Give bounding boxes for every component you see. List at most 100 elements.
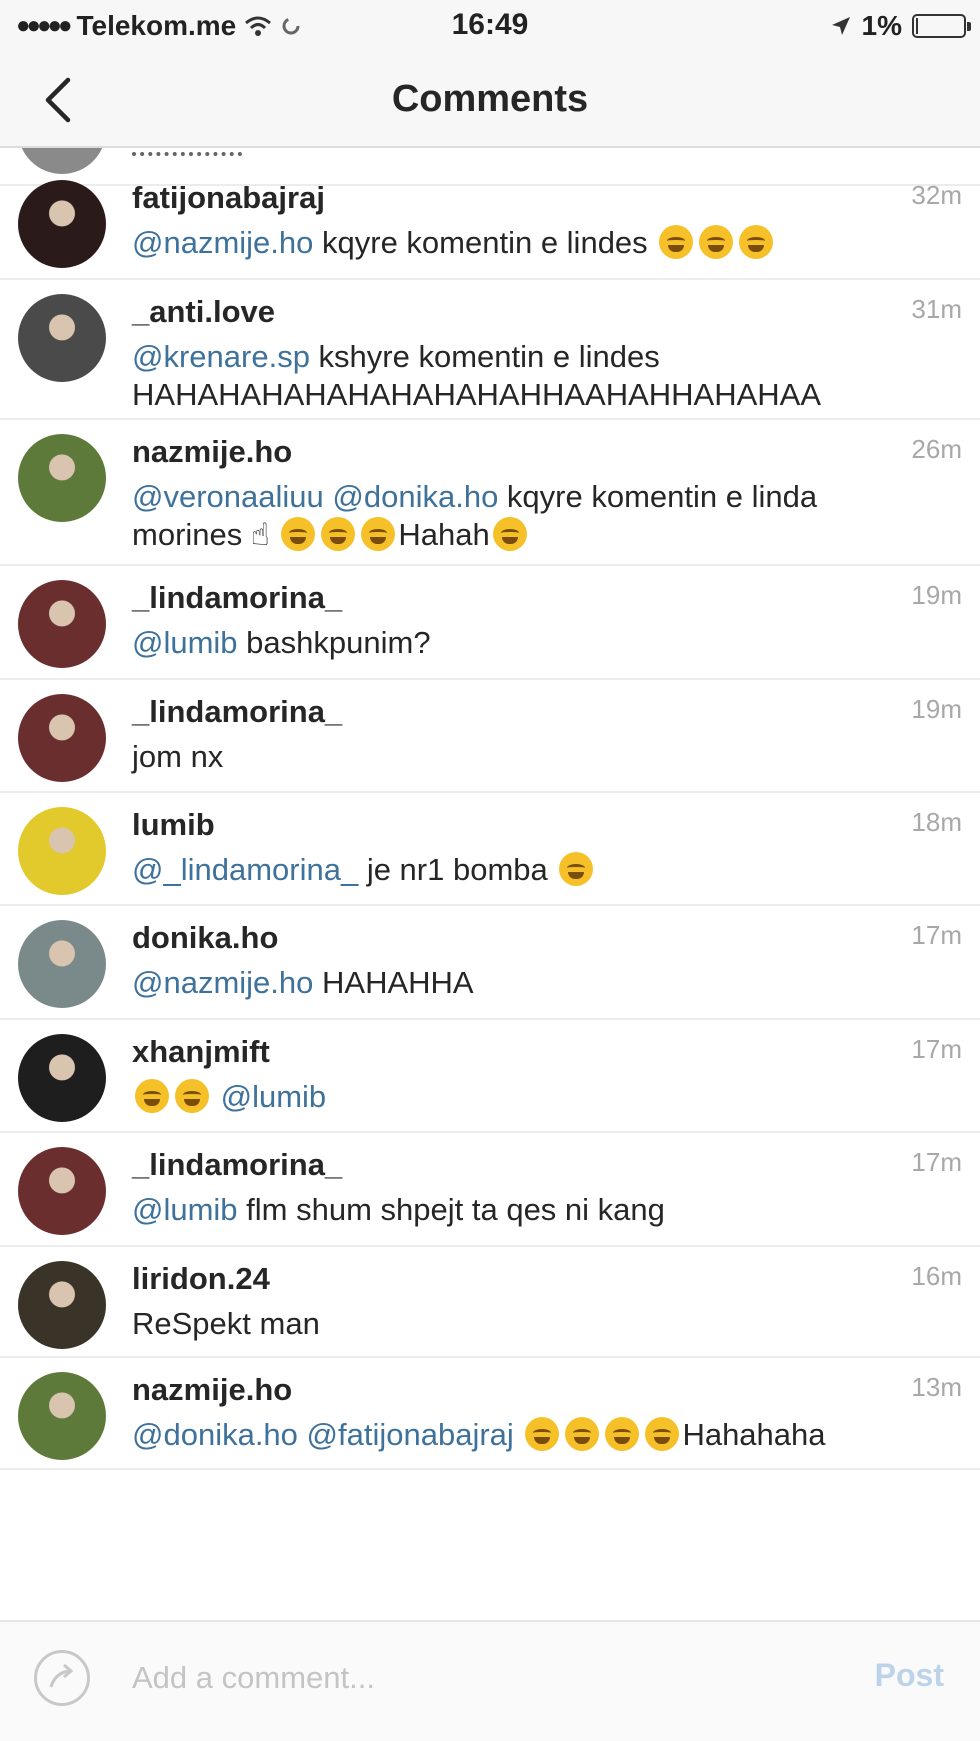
laughing-tears-emoji-icon — [659, 225, 694, 259]
navigation-bar: Comments — [0, 52, 980, 148]
comment-row[interactable]: _lindamorina_ 19m @lumib bashkpunim? — [0, 566, 980, 680]
comment-text: @lumib flm shum shpejt ta qes ni kang — [132, 1191, 932, 1229]
status-right: 1% — [830, 10, 971, 42]
avatar[interactable] — [18, 694, 106, 782]
avatar[interactable] — [18, 294, 106, 382]
comment-timestamp: 19m — [911, 580, 962, 610]
laughing-tears-emoji-icon — [175, 1079, 209, 1113]
comment-text-segment — [298, 1417, 307, 1452]
comment-text: @krenare.sp kshyre komentin e lindes HAH… — [132, 338, 932, 414]
comment-username[interactable]: nazmije.ho — [132, 1372, 292, 1408]
battery-percent: 1% — [861, 10, 902, 41]
location-arrow-icon — [831, 17, 850, 35]
comment-text-segment: HAHAHHA — [313, 965, 474, 1000]
comment-text: @nazmije.ho HAHAHHA — [132, 964, 932, 1002]
mention-link[interactable]: @nazmije.ho — [132, 225, 313, 260]
laughing-tears-emoji-icon — [361, 517, 396, 551]
comment-text: @nazmije.ho kqyre komentin e lindes — [132, 224, 932, 262]
comment-username[interactable]: _lindamorina_ — [132, 580, 342, 616]
camera-button[interactable] — [34, 1650, 90, 1706]
laughing-tears-emoji-icon — [565, 1417, 600, 1451]
comment-input[interactable] — [130, 1652, 814, 1704]
comment-row[interactable]: nazmije.ho 26m @veronaaliuu @donika.ho kqy… — [0, 420, 980, 566]
comment-text: ReSpekt man — [132, 1305, 932, 1343]
comment-text-segment — [212, 1079, 221, 1114]
mention-link[interactable]: @lumib — [221, 1079, 327, 1114]
comment-username[interactable]: _anti.love — [132, 294, 275, 330]
mention-link[interactable]: @fatijonabajraj — [307, 1417, 514, 1452]
mention-link[interactable]: @donika.ho — [132, 1417, 298, 1452]
comment-text: @donika.ho @fatijonabajraj Hahahaha — [132, 1416, 932, 1454]
comment-username[interactable]: nazmije.ho — [132, 434, 292, 470]
comment-text-segment: Hahah — [398, 517, 490, 552]
comment-row[interactable]: _lindamorina_ 17m @lumib flm shum shpejt t… — [0, 1133, 980, 1247]
laughing-tears-emoji-icon — [321, 517, 356, 551]
comment-text-segment: ReSpekt man — [132, 1306, 320, 1341]
comment-row[interactable]: fatijonabajraj 32m @nazmije.ho kqyre komen… — [0, 166, 980, 280]
partial-comment-text — [132, 148, 242, 156]
comment-timestamp: 26m — [911, 434, 962, 464]
comment-row[interactable]: donika.ho 17m @nazmije.ho HAHAHHA — [0, 906, 980, 1020]
comment-row[interactable]: xhanjmift 17m @lumib — [0, 1020, 980, 1133]
comment-username[interactable]: _lindamorina_ — [132, 1147, 342, 1183]
mention-link[interactable]: @nazmije.ho — [132, 965, 313, 1000]
post-button[interactable]: Post — [869, 1656, 950, 1695]
comment-username[interactable]: donika.ho — [132, 920, 278, 956]
comment-text: @lumib bashkpunim? — [132, 624, 932, 662]
comment-username[interactable]: xhanjmift — [132, 1034, 270, 1070]
avatar[interactable] — [18, 180, 106, 268]
comment-text: @veronaaliuu @donika.ho kqyre komentin e… — [132, 478, 932, 554]
comment-timestamp: 18m — [911, 807, 962, 837]
comment-timestamp: 17m — [911, 1034, 962, 1064]
comment-timestamp: 17m — [911, 1147, 962, 1177]
page-title: Comments — [391, 78, 589, 120]
comment-username[interactable]: fatijonabajraj — [132, 180, 325, 216]
comment-row[interactable]: nazmije.ho 13m @donika.ho @fatijonabajraj … — [0, 1358, 980, 1470]
laughing-tears-emoji-icon — [739, 225, 774, 259]
comment-timestamp: 32m — [911, 180, 962, 210]
comment-text-segment: je nr1 bomba — [358, 852, 557, 887]
laughing-tears-emoji-icon — [605, 1417, 640, 1451]
laughing-tears-emoji-icon — [559, 852, 594, 886]
share-arrow-icon — [49, 1663, 74, 1688]
avatar[interactable] — [18, 434, 106, 522]
comment-row[interactable]: liridon.24 16m ReSpekt man — [0, 1247, 980, 1358]
comment-text: jom nx — [132, 738, 932, 776]
comment-text-segment: flm shum shpejt ta qes ni kang — [237, 1192, 665, 1227]
avatar[interactable] — [18, 580, 106, 668]
mention-link[interactable]: @veronaaliuu — [132, 479, 324, 514]
laughing-tears-emoji-icon — [281, 517, 316, 551]
laughing-tears-emoji-icon — [645, 1417, 680, 1451]
mention-link[interactable]: @krenare.sp — [132, 339, 310, 374]
avatar[interactable] — [18, 1261, 106, 1349]
comment-timestamp: 13m — [911, 1372, 962, 1402]
laughing-tears-emoji-icon — [699, 225, 734, 259]
avatar[interactable] — [18, 1034, 106, 1122]
avatar[interactable] — [18, 807, 106, 895]
avatar[interactable] — [18, 920, 106, 1008]
comment-row[interactable]: _lindamorina_ 19m jom nx — [0, 680, 980, 793]
mention-link[interactable]: @lumib — [132, 625, 238, 660]
comment-text-segment — [514, 1417, 523, 1452]
comment-row[interactable]: _anti.love 31m @krenare.sp kshyre komentin… — [0, 280, 980, 420]
laughing-tears-emoji-icon — [492, 517, 527, 551]
comment-timestamp: 17m — [911, 920, 962, 950]
comment-text-segment: bashkpunim? — [237, 625, 431, 660]
comment-text-segment: Hahahaha — [682, 1417, 826, 1452]
mention-link[interactable]: @donika.ho — [332, 479, 498, 514]
comment-username[interactable]: liridon.24 — [132, 1261, 270, 1297]
status-bar: ●●●●● Telekom.me 16:49 1% — [0, 0, 980, 52]
mention-link[interactable]: @_lindamorina_ — [132, 852, 358, 887]
avatar[interactable] — [18, 1147, 106, 1235]
avatar[interactable] — [18, 1372, 106, 1460]
comment-username[interactable]: _lindamorina_ — [132, 694, 342, 730]
laughing-tears-emoji-icon — [525, 1417, 560, 1451]
laughing-tears-emoji-icon — [135, 1079, 169, 1113]
mention-link[interactable]: @lumib — [132, 1192, 238, 1227]
comment-row[interactable]: lumib 18m @_lindamorina_ je nr1 bomba — [0, 793, 980, 906]
comment-text-segment: jom nx — [132, 739, 224, 774]
comment-username[interactable]: lumib — [132, 807, 215, 843]
comment-timestamp: 16m — [911, 1261, 962, 1291]
comment-text: @lumib — [132, 1078, 932, 1116]
comment-timestamp: 19m — [911, 694, 962, 724]
